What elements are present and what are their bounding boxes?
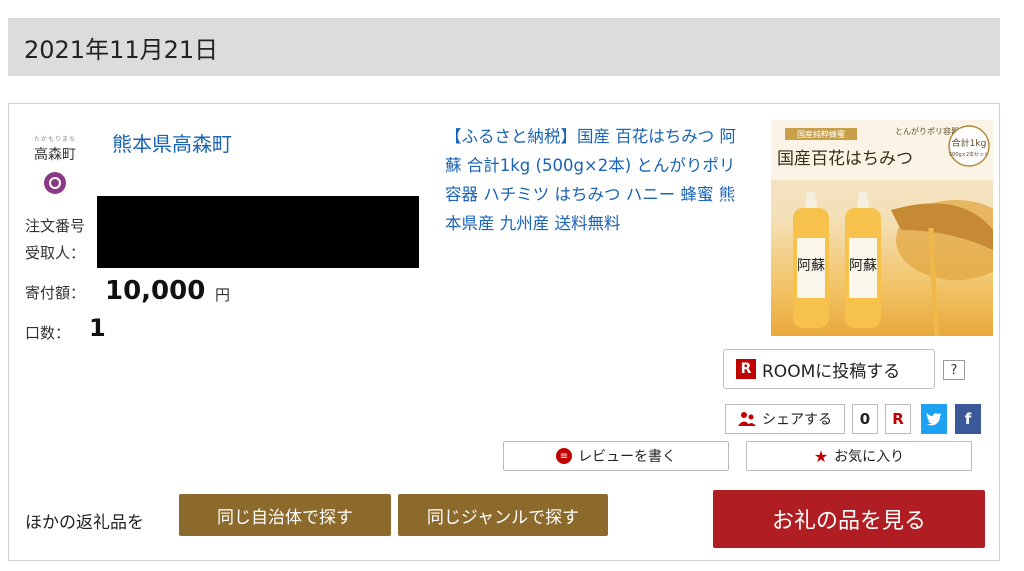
municipality-logo[interactable]: たかもりまち 高森町 (31, 134, 79, 202)
help-icon[interactable]: ? (943, 360, 965, 380)
twitter-bird-icon (926, 413, 942, 426)
quantity-value: 1 (89, 314, 106, 342)
room-r-icon: R (736, 359, 756, 379)
image-banner-text: 国産百花はちみつ (777, 149, 913, 169)
quantity-label: 口数： (25, 324, 71, 342)
municipality-link[interactable]: 熊本県高森町 (112, 128, 232, 157)
image-weight-sub-text: 500g×2本セット (949, 151, 989, 158)
write-review-button[interactable]: ≡ レビューを書く (503, 441, 729, 471)
review-icon: ≡ (556, 448, 572, 464)
bottle-label-right: 阿蘇 (849, 258, 877, 274)
donation-label: 寄付額： (25, 284, 86, 302)
donation-amount: 10,000 (105, 276, 206, 306)
logo-name: 高森町 (34, 147, 76, 163)
town-emblem-icon (44, 172, 66, 194)
rakuten-share-icon[interactable]: R (885, 404, 911, 434)
star-icon: ★ (813, 446, 829, 466)
twitter-icon[interactable] (921, 404, 947, 434)
people-share-icon (738, 412, 756, 426)
search-same-genre-button[interactable]: 同じジャンルで探す (398, 494, 608, 536)
image-weight-text: 合計1kg (952, 137, 987, 149)
order-number-label: 注文番号 (25, 217, 86, 235)
recipient-label: 受取人： (25, 244, 86, 262)
product-image[interactable]: 国産純粋蜂蜜 とんがりポリ容器 国産百花はちみつ 合計1kg 500g×2本セッ… (771, 120, 993, 336)
honey-bottle-left: 阿蘇 (793, 192, 829, 328)
room-post-button[interactable]: R ROOMに投稿する (723, 349, 935, 389)
facebook-icon[interactable]: f (955, 404, 981, 434)
search-same-municipality-button[interactable]: 同じ自治体で探す (179, 494, 391, 536)
image-sub-text: とんがりポリ容器 (895, 126, 959, 136)
share-label: シェアする (762, 412, 832, 428)
bottle-label-left: 阿蘇 (797, 258, 825, 274)
currency-unit: 円 (215, 286, 231, 304)
date-header: 2021年11月21日 (8, 18, 1000, 76)
favorite-button[interactable]: ★ お気に入り (746, 441, 972, 471)
share-button[interactable]: シェアする (725, 404, 845, 434)
share-count: 0 (852, 404, 878, 434)
view-gift-button[interactable]: お礼の品を見る (713, 490, 985, 548)
review-label: レビューを書く (578, 449, 676, 465)
product-title-link[interactable]: 【ふるさと納税】国産 百花はちみつ 阿蘇 合計1kg (500g×2本) とんが… (445, 122, 745, 238)
logo-ruby: たかもりまち (33, 136, 76, 143)
image-tag-text: 国産純粋蜂蜜 (797, 129, 845, 139)
room-post-label: ROOMに投稿する (762, 361, 901, 382)
redacted-block (97, 196, 419, 268)
order-card: たかもりまち 高森町 熊本県高森町 注文番号 受取人： 寄付額： 10,000 … (8, 103, 1000, 561)
favorite-label: お気に入り (834, 449, 905, 465)
other-items-label: ほかの返礼品を (25, 513, 144, 533)
honey-bottle-right: 阿蘇 (845, 192, 881, 328)
